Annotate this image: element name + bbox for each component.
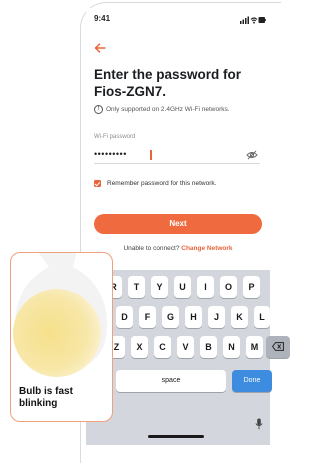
arrow-left-icon (94, 43, 106, 53)
backspace-icon (271, 342, 284, 351)
network-note: ! Only supported on 2.4GHz Wi-Fi network… (94, 105, 270, 114)
key-u[interactable]: U (174, 276, 191, 298)
key-f[interactable]: F (139, 306, 156, 328)
key-m[interactable]: M (246, 336, 263, 358)
eye-off-icon[interactable] (246, 150, 258, 160)
text-caret (150, 150, 152, 160)
home-indicator (148, 435, 204, 438)
unable-text: Unable to connect? (123, 245, 180, 252)
backspace-key[interactable] (266, 336, 290, 358)
page-title: Enter the password for Fios-ZGN7. (94, 67, 242, 99)
remember-label: Remember password for this network. (107, 180, 217, 187)
keyboard: E R T Y U I O P S D F G H J K L Z X C V … (82, 270, 290, 445)
key-p[interactable]: P (243, 276, 260, 298)
key-y[interactable]: Y (151, 276, 168, 298)
key-b[interactable]: B (200, 336, 217, 358)
bulb-status-card: Bulb is fast blinking (10, 252, 113, 422)
microphone-icon[interactable] (255, 418, 263, 430)
done-key[interactable]: Done (232, 370, 272, 392)
key-g[interactable]: G (162, 306, 179, 328)
wifi-icon (250, 17, 258, 24)
bulb-caption: Bulb is fast blinking (19, 386, 73, 409)
back-button[interactable] (94, 41, 106, 56)
info-icon: ! (94, 105, 103, 114)
key-n[interactable]: N (223, 336, 240, 358)
signal-icon (240, 16, 249, 24)
password-field[interactable]: ••••••••• (94, 149, 260, 164)
key-l[interactable]: L (254, 306, 270, 328)
key-x[interactable]: X (131, 336, 148, 358)
key-h[interactable]: H (185, 306, 202, 328)
status-bar: 9:41 (92, 14, 270, 28)
password-value: ••••••••• (94, 149, 127, 159)
change-network-link[interactable]: Change Network (181, 245, 232, 252)
key-k[interactable]: K (231, 306, 248, 328)
unable-to-connect: Unable to connect? Change Network (86, 245, 270, 252)
key-d[interactable]: D (116, 306, 133, 328)
network-note-text: Only supported on 2.4GHz Wi-Fi networks. (106, 106, 230, 113)
key-t[interactable]: T (128, 276, 145, 298)
remember-password-row[interactable]: Remember password for this network. (94, 180, 216, 187)
wifi-password-label: Wi-Fi password (94, 134, 136, 140)
battery-icon (258, 17, 266, 23)
space-key[interactable]: space (116, 370, 226, 392)
next-button[interactable]: Next (94, 214, 262, 234)
key-c[interactable]: C (154, 336, 171, 358)
remember-checkbox[interactable] (94, 180, 101, 187)
key-i[interactable]: I (197, 276, 214, 298)
key-j[interactable]: J (208, 306, 225, 328)
status-time: 9:41 (94, 14, 111, 23)
key-v[interactable]: V (177, 336, 194, 358)
key-o[interactable]: O (220, 276, 237, 298)
status-icons (240, 16, 266, 24)
